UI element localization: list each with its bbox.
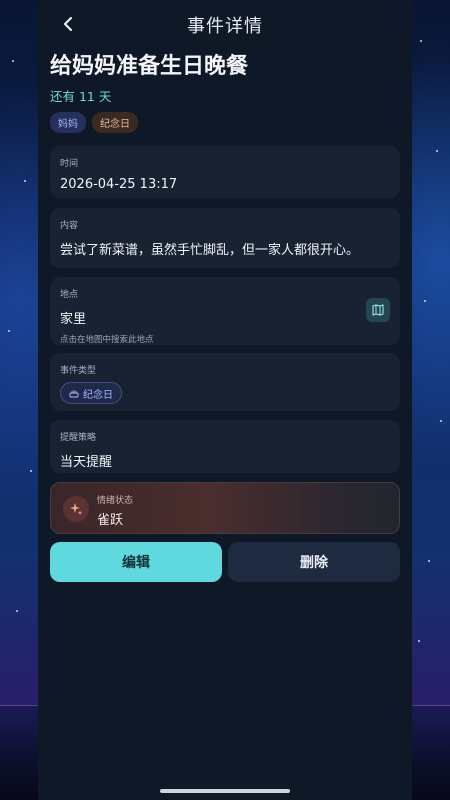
content-card: 内容 尝试了新菜谱，虽然手忙脚乱，但一家人都很开心。 bbox=[50, 208, 400, 268]
time-label: 时间 bbox=[60, 159, 79, 169]
event-title: 给妈妈准备生日晚餐 bbox=[50, 54, 249, 79]
edit-button[interactable]: 编辑 bbox=[50, 542, 222, 582]
location-hint: 点击在地图中搜索此地点 bbox=[60, 335, 154, 345]
map-button[interactable] bbox=[366, 298, 390, 322]
event-type-chip: 纪念日 bbox=[60, 382, 122, 404]
event-type-card: 事件类型 纪念日 bbox=[50, 353, 400, 411]
reminder-label: 提醒策略 bbox=[60, 433, 97, 443]
header: 事件详情 bbox=[38, 0, 412, 48]
event-detail-panel: 事件详情 给妈妈准备生日晚餐 还有 11 天 妈妈 纪念日 时间 2026-04… bbox=[38, 0, 412, 800]
mood-label: 情绪状态 bbox=[97, 496, 134, 506]
tag-mom[interactable]: 妈妈 bbox=[50, 112, 86, 133]
mood-value: 雀跃 bbox=[97, 513, 124, 528]
event-type-label: 事件类型 bbox=[60, 366, 97, 376]
tag-list: 妈妈 纪念日 bbox=[50, 112, 138, 133]
reminder-value: 当天提醒 bbox=[60, 455, 113, 470]
countdown-text: 还有 11 天 bbox=[50, 89, 112, 104]
location-label: 地点 bbox=[60, 290, 79, 300]
mood-card: 情绪状态 雀跃 bbox=[50, 482, 400, 534]
location-card[interactable]: 地点 家里 点击在地图中搜索此地点 bbox=[50, 277, 400, 345]
reminder-card: 提醒策略 当天提醒 bbox=[50, 420, 400, 473]
tag-anniversary[interactable]: 纪念日 bbox=[92, 112, 138, 133]
time-card: 时间 2026-04-25 13:17 bbox=[50, 146, 400, 198]
time-value: 2026-04-25 13:17 bbox=[60, 177, 178, 192]
content-value: 尝试了新菜谱，虽然手忙脚乱，但一家人都很开心。 bbox=[60, 243, 360, 258]
content-label: 内容 bbox=[60, 221, 79, 231]
event-type-value: 纪念日 bbox=[83, 389, 113, 401]
cake-icon bbox=[69, 390, 79, 398]
sparkle-icon bbox=[63, 496, 89, 522]
page-title: 事件详情 bbox=[187, 16, 263, 37]
map-icon bbox=[372, 304, 384, 316]
location-value: 家里 bbox=[60, 312, 87, 327]
home-indicator[interactable] bbox=[160, 789, 290, 793]
delete-button[interactable]: 删除 bbox=[228, 542, 400, 582]
